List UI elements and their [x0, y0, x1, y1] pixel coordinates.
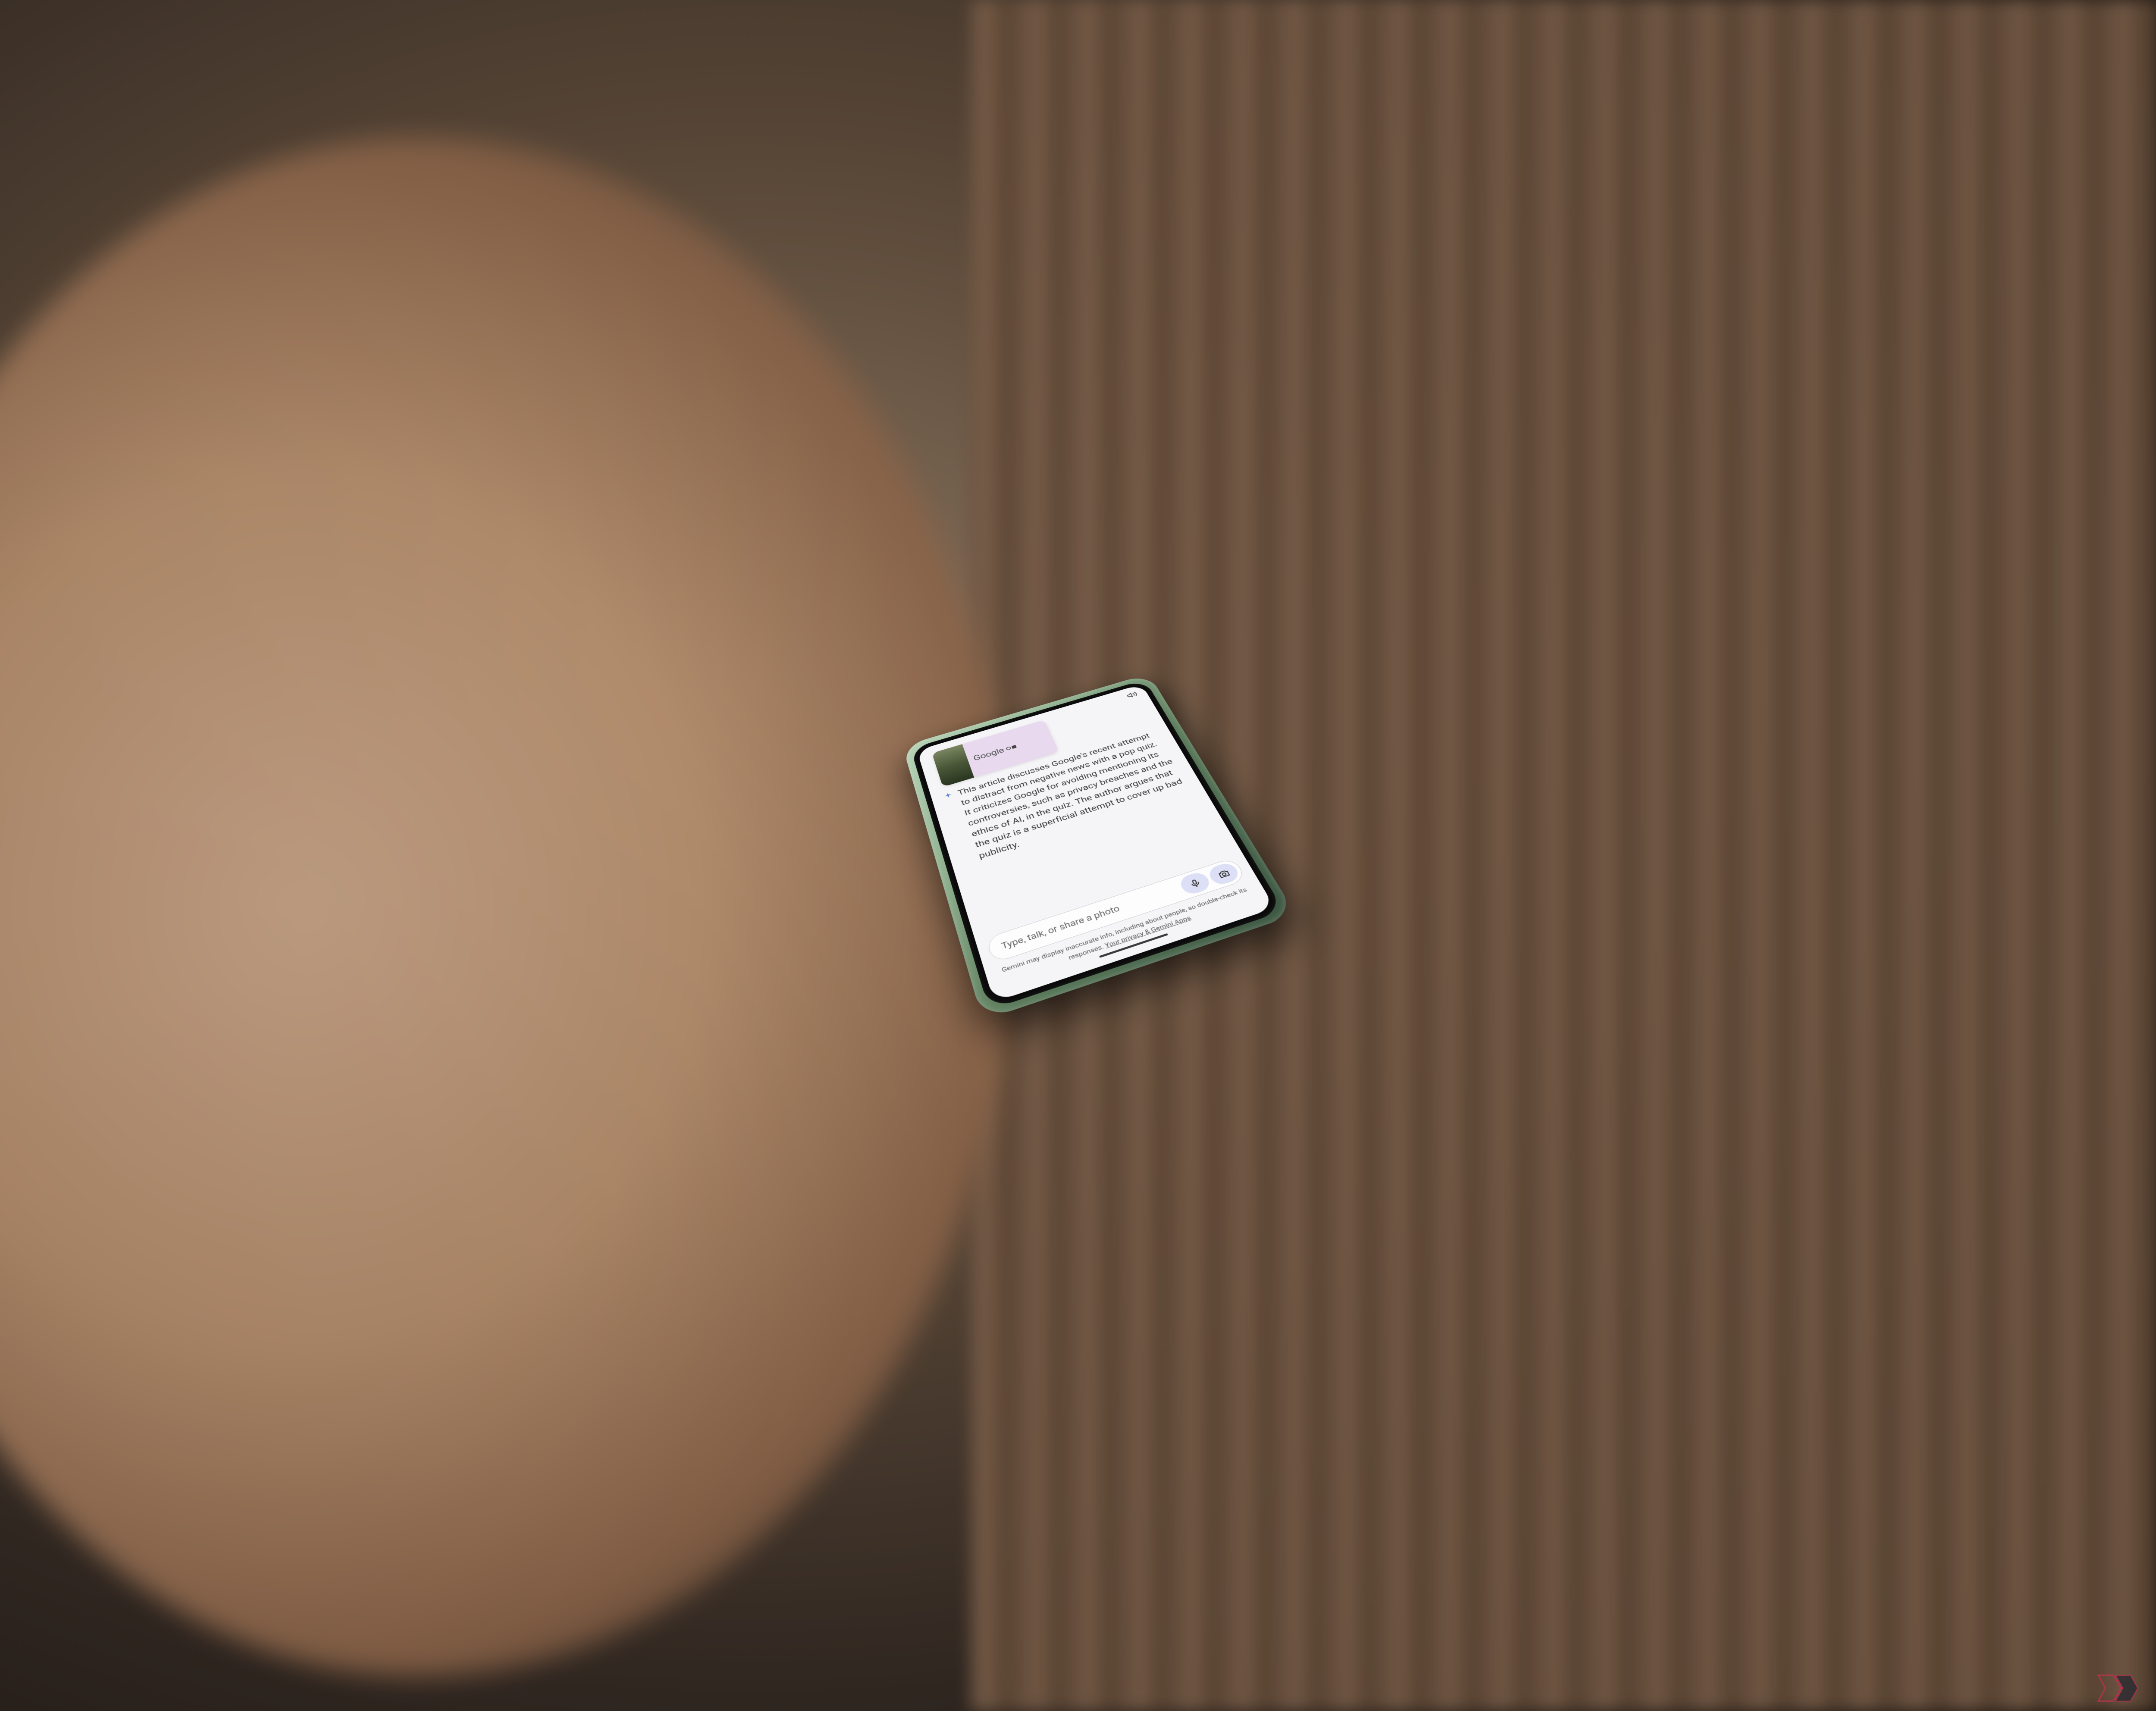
google-logo-text: Google: [972, 746, 1006, 763]
thumbnail-image: [932, 744, 974, 787]
site-watermark-logo: [2090, 1669, 2146, 1703]
gemini-spark-icon: [943, 791, 953, 799]
read-aloud-button[interactable]: [1125, 690, 1139, 700]
hand-holding-phone: [0, 137, 1013, 1677]
camera-button[interactable]: [1206, 861, 1241, 887]
microphone-button[interactable]: [1178, 870, 1213, 896]
photo-scene: Google This article discusses Google's r…: [0, 0, 2156, 1711]
io-logo-icon: [1006, 745, 1017, 751]
